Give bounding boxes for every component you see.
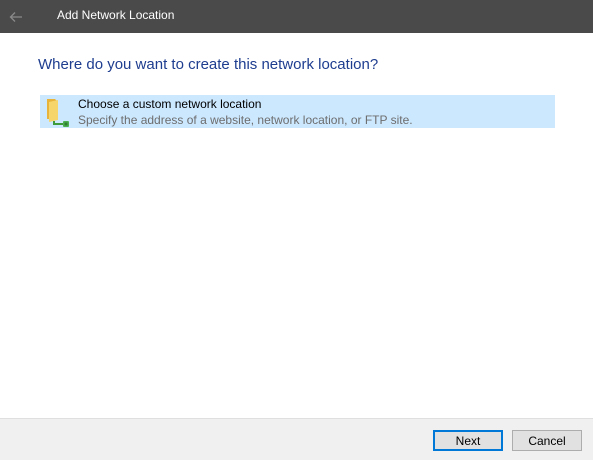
page-heading: Where do you want to create this network… — [38, 56, 379, 73]
footer-bar: Next Cancel — [0, 418, 593, 460]
title-bar: Add Network Location — [0, 0, 593, 33]
option-description: Specify the address of a website, networ… — [78, 113, 413, 127]
option-title: Choose a custom network location — [78, 97, 262, 111]
option-custom-network-location[interactable]: Choose a custom network location Specify… — [40, 95, 555, 128]
network-folder-icon — [47, 99, 69, 127]
cancel-button[interactable]: Cancel — [512, 430, 582, 451]
back-arrow-icon — [9, 11, 22, 22]
back-button[interactable] — [0, 0, 32, 33]
next-button[interactable]: Next — [433, 430, 503, 451]
window-title: Add Network Location — [57, 8, 175, 22]
